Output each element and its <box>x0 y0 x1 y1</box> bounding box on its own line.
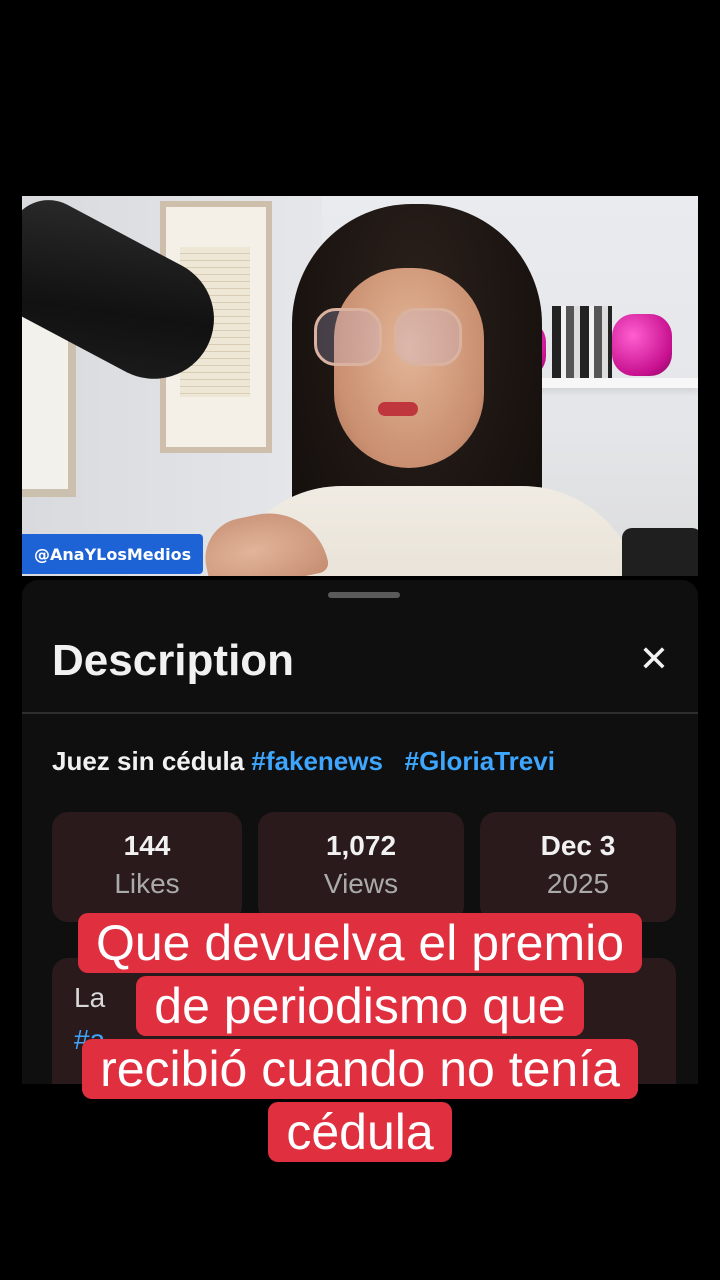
glasses <box>394 308 462 366</box>
likes-stat: 144 Likes <box>52 812 242 922</box>
stat-label: Views <box>323 868 399 899</box>
stat-label: 2025 <box>546 868 610 899</box>
stat-value: Dec 3 <box>540 830 616 861</box>
caption-line: de periodismo que <box>0 975 720 1038</box>
caption-line: recibió cuando no tenía <box>0 1038 720 1101</box>
channel-handle-badge: @AnaYLosMedios <box>22 534 204 574</box>
caption-text: recibió cuando no tenía <box>82 1039 638 1099</box>
hashtag-link[interactable]: #GloriaTrevi <box>405 746 555 776</box>
drag-handle[interactable] <box>328 592 400 598</box>
caption-text: cédula <box>268 1102 452 1162</box>
glasses <box>314 308 382 366</box>
divider <box>22 712 698 714</box>
date-stat: Dec 3 2025 <box>480 812 676 922</box>
video-title: Juez sin cédula #fakenews #GloriaTrevi <box>52 746 555 777</box>
caption-text: Que devuelva el premio <box>77 913 643 973</box>
caption-line: Que devuelva el premio <box>0 912 720 975</box>
balloon-dog <box>612 314 672 376</box>
presenter-mouth <box>378 402 418 416</box>
stat-value: 1,072 <box>325 830 397 861</box>
video-title-text: Juez sin cédula <box>52 746 245 776</box>
caption-overlay: Que devuelva el premio de periodismo que… <box>0 912 720 1164</box>
stat-value: 144 <box>123 830 171 861</box>
books <box>552 306 612 378</box>
views-stat: 1,072 Views <box>258 812 464 922</box>
stat-label: Likes <box>114 868 180 899</box>
video-player[interactable]: @AnaYLosMedios <box>22 196 698 576</box>
caption-text: de periodismo que <box>136 976 584 1036</box>
chair <box>622 528 698 576</box>
sheet-title: Description <box>52 636 295 685</box>
caption-line: cédula <box>0 1101 720 1164</box>
close-icon[interactable]: ✕ <box>634 640 674 680</box>
hashtag-link[interactable]: #fakenews <box>251 746 383 776</box>
presenter-face <box>334 268 484 468</box>
